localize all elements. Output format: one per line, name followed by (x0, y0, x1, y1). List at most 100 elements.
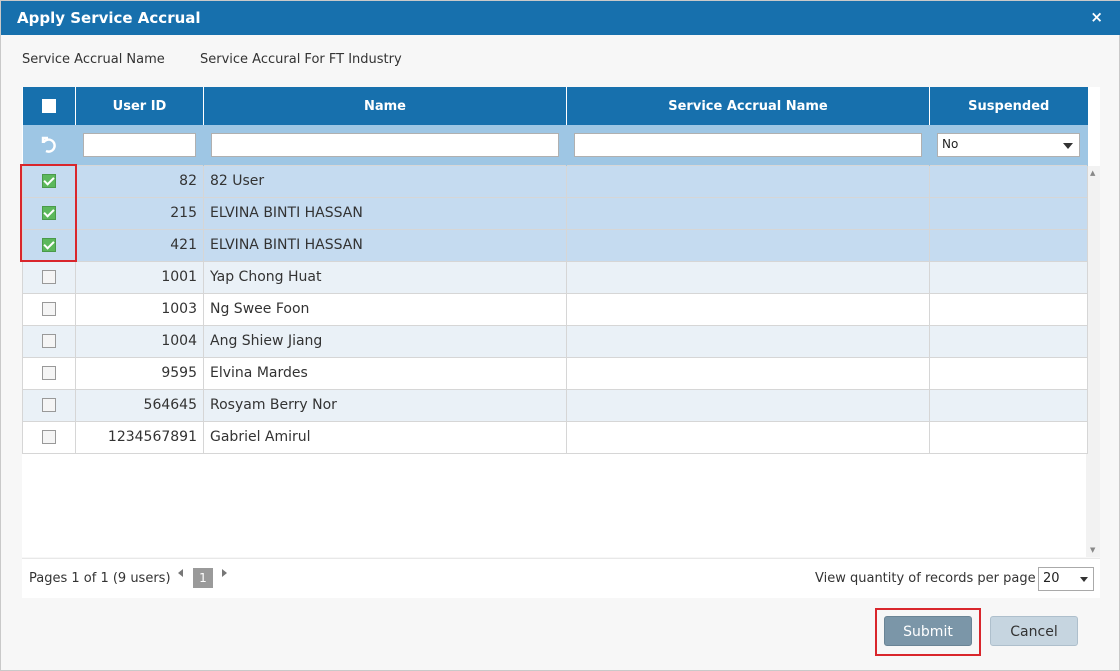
close-icon[interactable]: × (1090, 8, 1103, 26)
cancel-button[interactable]: Cancel (990, 616, 1078, 646)
cell-suspended (929, 324, 1088, 358)
cell-user-id: 1003 (75, 292, 204, 326)
row-checkbox[interactable] (42, 334, 56, 348)
row-checkbox[interactable] (42, 206, 56, 220)
accrual-name-label: Service Accrual Name (22, 52, 165, 67)
cell-service-accrual-name (566, 228, 930, 262)
cell-suspended (929, 228, 1088, 262)
column-header-service-accrual-name[interactable]: Service Accrual Name (566, 87, 930, 125)
accrual-name-filter-input[interactable] (574, 132, 922, 157)
row-checkbox-cell[interactable] (22, 292, 76, 326)
table-row[interactable]: 82 82 User (22, 164, 1088, 198)
cell-name: ELVINA BINTI HASSAN (203, 228, 567, 262)
cell-name: Ng Swee Foon (203, 292, 567, 326)
pagination-summary: Pages 1 of 1 (9 users) (29, 571, 171, 586)
cell-service-accrual-name (566, 356, 930, 390)
page-number-current[interactable]: 1 (193, 568, 213, 588)
cell-user-id: 1001 (75, 260, 204, 294)
cell-suspended (929, 260, 1088, 294)
cell-name: 82 User (203, 164, 567, 198)
row-checkbox[interactable] (42, 238, 56, 252)
cell-suspended (929, 164, 1088, 198)
reset-filter-cell[interactable] (22, 125, 76, 165)
cell-user-id: 1234567891 (75, 420, 204, 454)
next-page-icon[interactable] (222, 569, 227, 577)
table-row[interactable]: 215 ELVINA BINTI HASSAN (22, 196, 1088, 230)
cell-name: Yap Chong Huat (203, 260, 567, 294)
table-row[interactable]: 421 ELVINA BINTI HASSAN (22, 228, 1088, 262)
row-checkbox-cell[interactable] (22, 260, 76, 294)
prev-page-icon[interactable] (178, 569, 183, 577)
grid-footer: Pages 1 of 1 (9 users) 1 View quantity o… (22, 558, 1100, 598)
cell-service-accrual-name (566, 292, 930, 326)
suspended-filter-select[interactable]: No (937, 132, 1080, 157)
cell-suspended (929, 196, 1088, 230)
dialog-title: Apply Service Accrual (17, 9, 201, 27)
column-header-user-id[interactable]: User ID (75, 87, 204, 125)
row-checkbox[interactable] (42, 174, 56, 188)
cell-service-accrual-name (566, 196, 930, 230)
grid-filter-row: No (22, 125, 1088, 165)
row-checkbox-cell[interactable] (22, 196, 76, 230)
vertical-scrollbar[interactable] (1086, 166, 1100, 557)
cell-user-id: 9595 (75, 356, 204, 390)
grid-body: 82 82 User 215 ELVINA BINTI HASSAN 421 ELVINA… (22, 164, 1088, 454)
select-all-header[interactable] (22, 87, 76, 125)
cell-service-accrual-name (566, 388, 930, 422)
table-row[interactable]: 1004 Ang Shiew Jiang (22, 324, 1088, 358)
row-checkbox[interactable] (42, 430, 56, 444)
column-header-suspended[interactable]: Suspended (929, 87, 1088, 125)
records-per-page-select[interactable]: 20 (1038, 567, 1094, 591)
table-row[interactable]: 1003 Ng Swee Foon (22, 292, 1088, 326)
records-per-page-value: 20 (1043, 571, 1060, 586)
dialog-titlebar: Apply Service Accrual × (1, 1, 1120, 35)
cell-service-accrual-name (566, 324, 930, 358)
submit-button[interactable]: Submit (884, 616, 972, 646)
row-checkbox[interactable] (42, 366, 56, 380)
suspended-filter-value: No (942, 136, 959, 151)
row-checkbox-cell[interactable] (22, 164, 76, 198)
cell-suspended (929, 420, 1088, 454)
chevron-down-icon (1063, 142, 1073, 149)
table-row[interactable]: 1234567891 Gabriel Amirul (22, 420, 1088, 454)
table-row[interactable]: 9595 Elvina Mardes (22, 356, 1088, 390)
grid-header-row: User ID Name Service Accrual Name Suspen… (22, 87, 1088, 125)
cell-user-id: 421 (75, 228, 204, 262)
column-header-name[interactable]: Name (203, 87, 567, 125)
records-per-page-label: View quantity of records per page (815, 571, 1036, 586)
row-checkbox-cell[interactable] (22, 420, 76, 454)
row-checkbox-cell[interactable] (22, 228, 76, 262)
cell-suspended (929, 356, 1088, 390)
user-id-filter-input[interactable] (83, 132, 196, 157)
row-checkbox[interactable] (42, 398, 56, 412)
name-filter-input[interactable] (211, 132, 559, 157)
cell-user-id: 215 (75, 196, 204, 230)
cell-service-accrual-name (566, 260, 930, 294)
cell-user-id: 82 (75, 164, 204, 198)
row-checkbox-cell[interactable] (22, 356, 76, 390)
cell-name: Rosyam Berry Nor (203, 388, 567, 422)
cell-user-id: 1004 (75, 324, 204, 358)
chevron-down-icon (1080, 577, 1088, 582)
scroll-up-icon[interactable]: ▲ (1090, 169, 1095, 177)
cell-name: ELVINA BINTI HASSAN (203, 196, 567, 230)
cell-name: Elvina Mardes (203, 356, 567, 390)
row-checkbox[interactable] (42, 270, 56, 284)
users-grid: User ID Name Service Accrual Name Suspen… (22, 87, 1088, 454)
table-row[interactable]: 1001 Yap Chong Huat (22, 260, 1088, 294)
row-checkbox-cell[interactable] (22, 388, 76, 422)
cell-name: Ang Shiew Jiang (203, 324, 567, 358)
accrual-name-value: Service Accural For FT Industry (200, 52, 402, 67)
cell-suspended (929, 292, 1088, 326)
row-checkbox-cell[interactable] (22, 324, 76, 358)
apply-service-accrual-dialog: Apply Service Accrual × Service Accrual … (0, 0, 1120, 671)
row-checkbox[interactable] (42, 302, 56, 316)
cell-service-accrual-name (566, 420, 930, 454)
cell-suspended (929, 388, 1088, 422)
scroll-down-icon[interactable]: ▼ (1090, 546, 1095, 554)
table-row[interactable]: 564645 Rosyam Berry Nor (22, 388, 1088, 422)
cell-name: Gabriel Amirul (203, 420, 567, 454)
select-all-checkbox[interactable] (41, 99, 56, 113)
undo-icon[interactable] (39, 135, 59, 155)
cell-service-accrual-name (566, 164, 930, 198)
